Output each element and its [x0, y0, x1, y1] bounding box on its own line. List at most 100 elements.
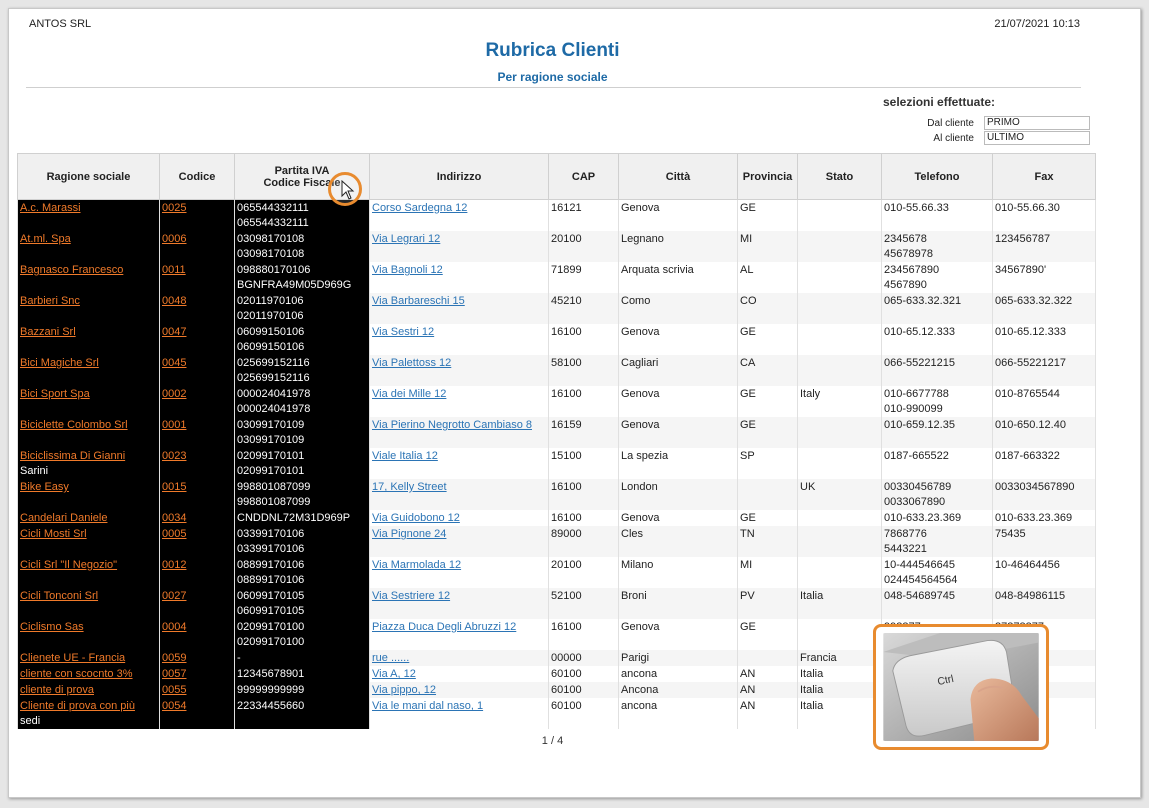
address-link[interactable]: rue ...... [372, 652, 409, 664]
address-link[interactable]: Viale Italia 12 [372, 450, 438, 462]
client-name-link[interactable]: Bike Easy [20, 481, 69, 493]
client-code-link[interactable]: 0059 [162, 652, 186, 664]
client-name-link[interactable]: cliente di prova [20, 684, 94, 696]
client-code-link[interactable]: 0045 [162, 357, 186, 369]
table-row[interactable]: Barbieri Snc 0048 02011970106 02011970106 Vi… [17, 293, 1096, 324]
client-code-link[interactable]: 0057 [162, 668, 186, 680]
address-link[interactable]: Via Barbareschi 15 [372, 295, 465, 307]
col-header-citta[interactable]: Città [618, 153, 738, 200]
address-link[interactable]: Corso Sardegna 12 [372, 202, 467, 214]
cell-piva: 025699152116 025699152116 [234, 355, 370, 386]
table-row[interactable]: Bike Easy 0015 998801087099 998801087099 17,… [17, 479, 1096, 510]
table-row[interactable]: Biciclissima Di Gianni Sarini 0023 02099170… [17, 448, 1096, 479]
table-row[interactable]: Cicli Mosti Srl 0005 03399170106 0339917010… [17, 526, 1096, 557]
client-name-link[interactable]: Biciclette Colombo Srl [20, 419, 128, 431]
table-row[interactable]: Bagnasco Francesco 0011 098880170106 BGNFRA… [17, 262, 1096, 293]
table-row[interactable]: Bici Magiche Srl 0045 025699152116 02569915… [17, 355, 1096, 386]
client-code-link[interactable]: 0034 [162, 512, 186, 524]
col-header-ragione[interactable]: Ragione sociale [17, 153, 160, 200]
client-code-link[interactable]: 0006 [162, 233, 186, 245]
table-row[interactable]: Cicli Srl "Il Negozio" 0012 08899170106 088… [17, 557, 1096, 588]
cell-provincia-value: MI [740, 233, 753, 245]
col-header-cap[interactable]: CAP [548, 153, 619, 200]
address-link[interactable]: Via Legrari 12 [372, 233, 440, 245]
phone-value: 066-55221215 [884, 357, 955, 369]
col-header-stato[interactable]: Stato [797, 153, 882, 200]
cell-indirizzo: Via Guidobono 12 [369, 510, 549, 526]
address-link[interactable]: Via Sestri 12 [372, 326, 434, 338]
client-code-link[interactable]: 0047 [162, 326, 186, 338]
table-row[interactable]: Bazzani Srl 0047 06099150106 06099150106 Via… [17, 324, 1096, 355]
client-name-link[interactable]: Biciclissima Di Gianni [20, 450, 125, 462]
client-code-link[interactable]: 0023 [162, 450, 186, 462]
client-code-link[interactable]: 0055 [162, 684, 186, 696]
address-link[interactable]: Via Sestriere 12 [372, 590, 450, 602]
cell-provincia: GE [737, 386, 798, 417]
client-code-link[interactable]: 0025 [162, 202, 186, 214]
client-code-link[interactable]: 0048 [162, 295, 186, 307]
col-header-fax[interactable]: Fax [992, 153, 1096, 200]
client-name-link[interactable]: Bici Sport Spa [20, 388, 90, 400]
table-row[interactable]: Candelari Daniele 0034 CNDDNL72M31D969P Via… [17, 510, 1096, 526]
client-code-link[interactable]: 0054 [162, 700, 186, 712]
client-name-link[interactable]: Clienete UE - Francia [20, 652, 125, 664]
client-name-link[interactable]: cliente con scocnto 3% [20, 668, 133, 680]
piva-value: 065544332111 [237, 202, 309, 214]
client-name-link[interactable]: A.c. Marassi [20, 202, 81, 214]
client-name-link[interactable]: Cicli Tonconi Srl [20, 590, 98, 602]
client-code-link[interactable]: 0027 [162, 590, 186, 602]
col-header-provincia[interactable]: Provincia [737, 153, 798, 200]
cell-provincia-value: AN [740, 668, 756, 680]
address-link[interactable]: Via Guidobono 12 [372, 512, 460, 524]
address-link[interactable]: Via pippo, 12 [372, 684, 436, 696]
client-name-cont: Sarini [20, 465, 49, 477]
cell-stato [797, 231, 882, 262]
col-header-indirizzo[interactable]: Indirizzo [369, 153, 549, 200]
cell-cap-value: 16100 [551, 481, 582, 493]
client-name-link[interactable]: Candelari Daniele [20, 512, 107, 524]
address-link[interactable]: Via Palettoss 12 [372, 357, 451, 369]
cell-stato: Italia [797, 698, 882, 729]
client-name-link[interactable]: Ciclismo Sas [20, 621, 84, 633]
client-code-link[interactable]: 0011 [162, 264, 186, 276]
address-link[interactable]: Via Bagnoli 12 [372, 264, 443, 276]
address-link[interactable]: 17, Kelly Street [372, 481, 447, 493]
client-name-link[interactable]: Bagnasco Francesco [20, 264, 123, 276]
table-row[interactable]: At.ml. Spa 0006 03098170108 03098170108 Via … [17, 231, 1096, 262]
client-code-link[interactable]: 0005 [162, 528, 186, 540]
address-link[interactable]: Via Marmolada 12 [372, 559, 461, 571]
client-code-link[interactable]: 0004 [162, 621, 186, 633]
cell-indirizzo: rue ...... [369, 650, 549, 666]
col-header-telefono[interactable]: Telefono [881, 153, 993, 200]
client-name-link[interactable]: Cicli Mosti Srl [20, 528, 87, 540]
client-code-link[interactable]: 0012 [162, 559, 186, 571]
client-code-link[interactable]: 0001 [162, 419, 186, 431]
col-header-codice[interactable]: Codice [159, 153, 235, 200]
cell-cap-value: 16100 [551, 388, 582, 400]
address-link[interactable]: Via Pierino Negrotto Cambiaso 8 [372, 419, 532, 431]
client-name-link[interactable]: Cliente di prova con più [20, 700, 135, 712]
client-code-link[interactable]: 0002 [162, 388, 186, 400]
table-row[interactable]: Biciclette Colombo Srl 0001 03099170109 030… [17, 417, 1096, 448]
table-row[interactable]: Bici Sport Spa 0002 000024041978 0000240419… [17, 386, 1096, 417]
address-link[interactable]: Via Pignone 24 [372, 528, 446, 540]
cell-citta: Cles [618, 526, 738, 557]
cell-fax: 048-84986115 [992, 588, 1096, 619]
fax-value: 048-84986115 [995, 590, 1066, 602]
address-link[interactable]: Via le mani dal naso, 1 [372, 700, 483, 712]
cell-stato [797, 324, 882, 355]
address-link[interactable]: Via A, 12 [372, 668, 416, 680]
client-name-link[interactable]: Bici Magiche Srl [20, 357, 99, 369]
client-name-link[interactable]: Bazzani Srl [20, 326, 76, 338]
cell-ragione: Bike Easy [17, 479, 160, 510]
address-link[interactable]: Via dei Mille 12 [372, 388, 446, 400]
table-row[interactable]: Cicli Tonconi Srl 0027 06099170105 06099170… [17, 588, 1096, 619]
client-name-link[interactable]: Barbieri Snc [20, 295, 80, 307]
client-name-link[interactable]: Cicli Srl "Il Negozio" [20, 559, 117, 571]
cell-cap-value: 15100 [551, 450, 582, 462]
table-row[interactable]: A.c. Marassi 0025 065544332111 065544332111… [17, 199, 1096, 231]
client-code-link[interactable]: 0015 [162, 481, 186, 493]
cell-provincia: TN [737, 526, 798, 557]
address-link[interactable]: Piazza Duca Degli Abruzzi 12 [372, 621, 516, 633]
client-name-link[interactable]: At.ml. Spa [20, 233, 71, 245]
